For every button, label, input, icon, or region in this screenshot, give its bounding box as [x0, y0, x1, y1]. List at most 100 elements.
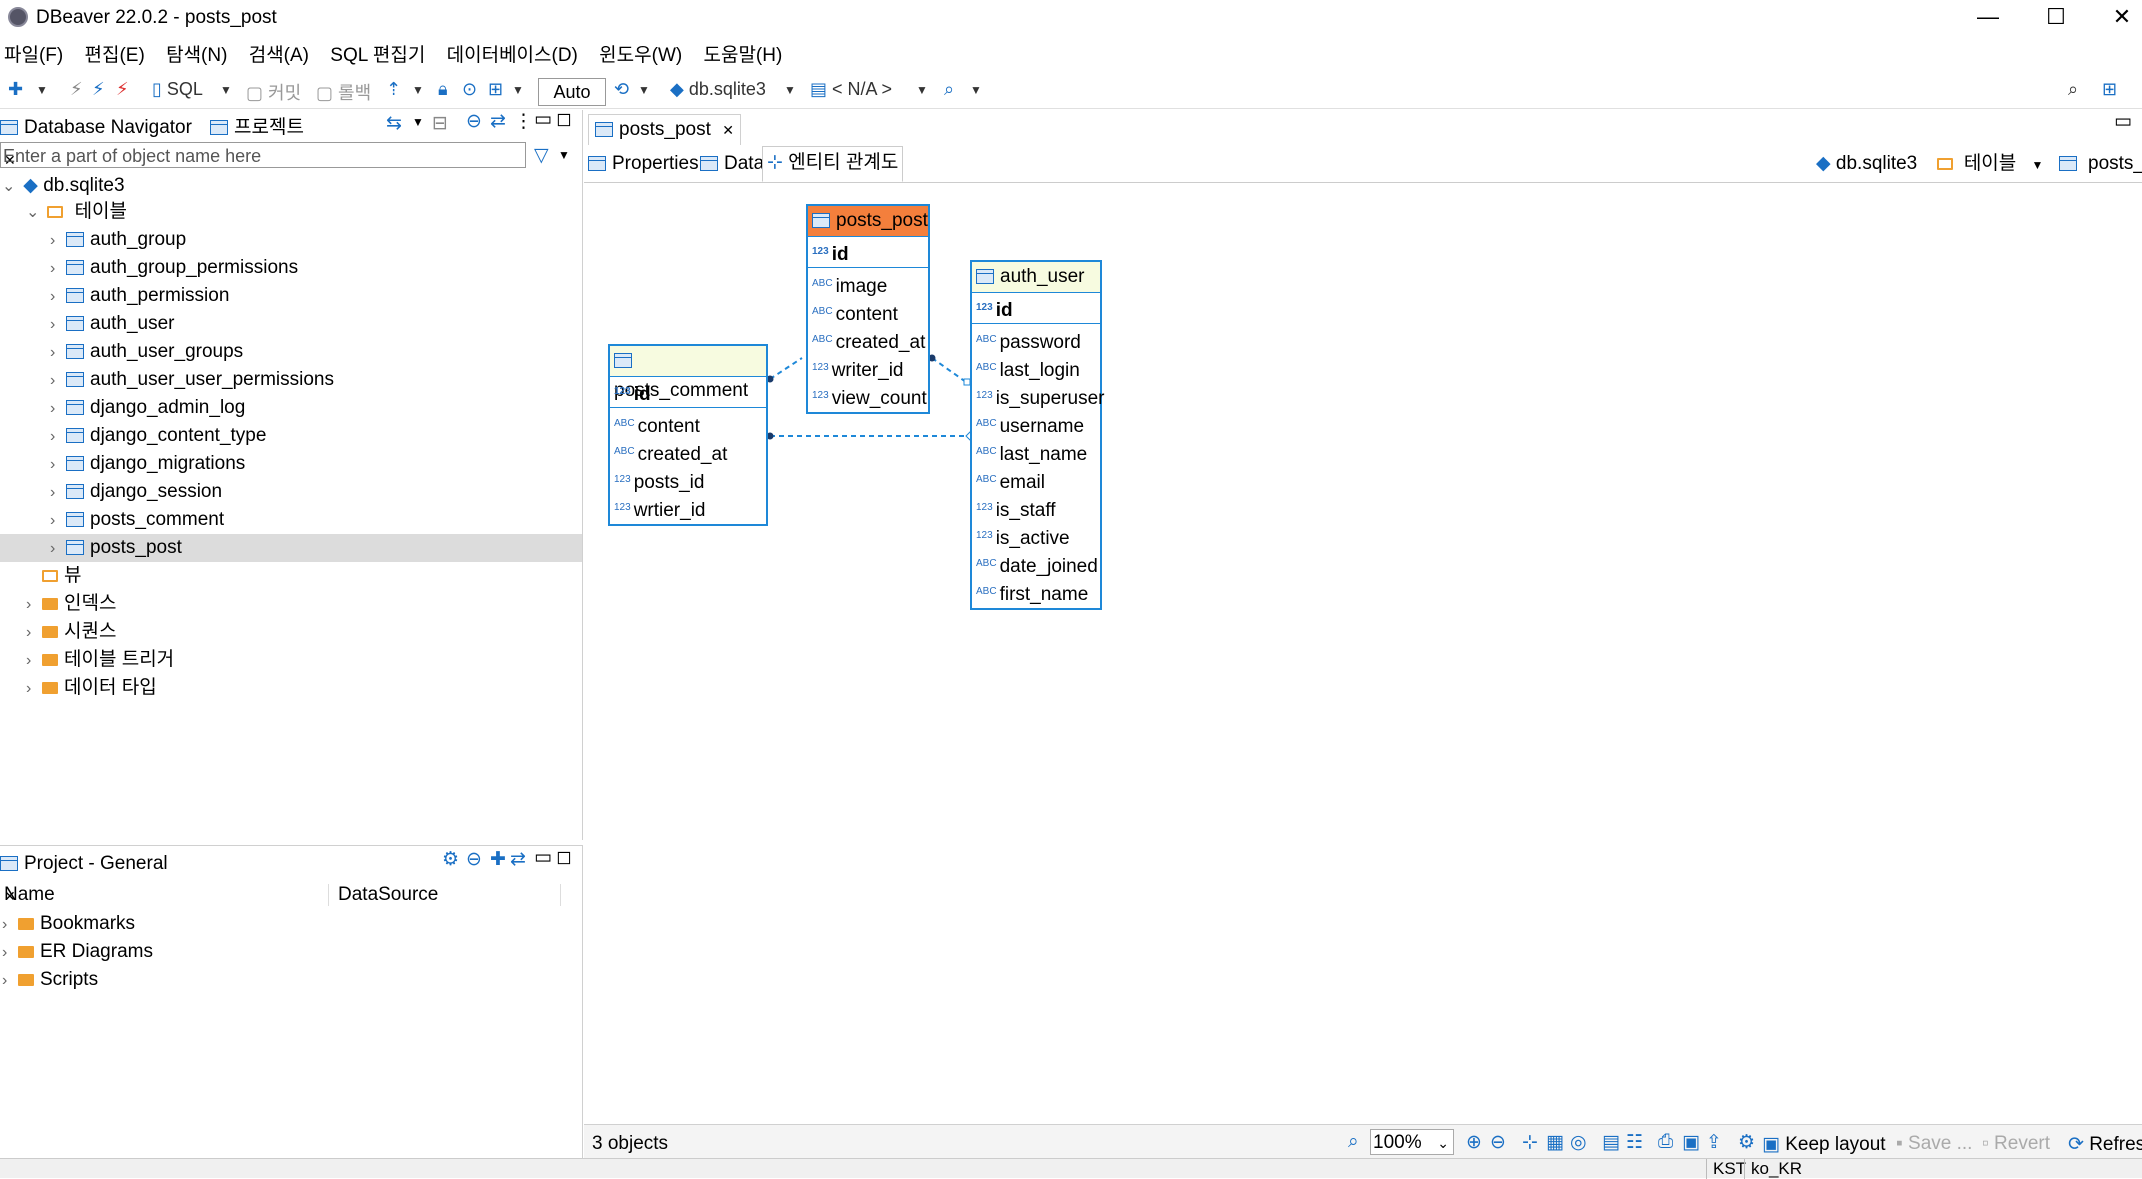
chevron-right-icon[interactable]: ›	[50, 367, 66, 395]
tree-table-item-selected[interactable]: › posts_post	[0, 534, 582, 562]
entity-column[interactable]: ABC content	[610, 410, 766, 438]
entity-posts-post[interactable]: posts_post 123 id ABC image ABC content ABC…	[806, 204, 930, 414]
tree-table-item[interactable]: › auth_user_groups	[50, 338, 243, 366]
entity-column[interactable]: ABC username	[972, 410, 1100, 438]
entity-header[interactable]: auth_user	[972, 262, 1100, 293]
tree-table-item[interactable]: › django_migrations	[50, 450, 245, 478]
tree-folder[interactable]: › 시퀀스	[26, 618, 116, 646]
maximize-view-icon[interactable]: ◻	[556, 108, 572, 131]
tree-table-item[interactable]: › auth_user_user_permissions	[50, 366, 334, 394]
tree-folder[interactable]: › 인덱스	[26, 590, 116, 618]
add-icon[interactable]: ✚	[490, 848, 506, 871]
entity-column[interactable]: 123 is_active	[972, 522, 1100, 550]
tree-table-item[interactable]: › django_session	[50, 478, 222, 506]
column-header-datasource[interactable]: DataSource	[338, 884, 561, 906]
tree-table-item[interactable]: › django_content_type	[50, 422, 266, 450]
tree-views-folder[interactable]: 뷰	[42, 562, 81, 590]
entity-primary-key[interactable]: 123 id	[972, 293, 1100, 324]
print-icon[interactable]: ⎙	[1658, 1131, 1673, 1153]
object-filter-input[interactable]: Enter a part of object name here	[0, 142, 526, 168]
tree-folder[interactable]: › 테이블 트리거	[26, 646, 174, 674]
chevron-right-icon[interactable]: ›	[2, 939, 18, 967]
entity-header[interactable]: posts_comment	[610, 346, 766, 401]
entity-column[interactable]: 123 posts_id	[610, 466, 766, 494]
breadcrumb-datasource[interactable]: db.sqlite3	[1836, 153, 1917, 174]
chevron-right-icon[interactable]: ›	[50, 479, 66, 507]
export-image-icon[interactable]: ▣	[1682, 1131, 1700, 1154]
tab-project-general[interactable]: Project - General ✕	[0, 848, 182, 904]
entity-posts-comment[interactable]: posts_comment 123 id ABC content ABC create…	[608, 344, 768, 526]
dropdown-arrow-icon[interactable]: ▼	[916, 83, 928, 97]
chevron-right-icon[interactable]: ›	[26, 591, 42, 619]
column-header-name[interactable]: Name	[4, 884, 329, 906]
tree-tables-folder[interactable]: ⌄ 테이블	[26, 198, 127, 226]
chevron-right-icon[interactable]: ›	[50, 255, 66, 283]
chevron-right-icon[interactable]: ›	[26, 675, 42, 703]
entity-column[interactable]: ABC date_joined	[972, 550, 1100, 578]
subtab-properties[interactable]: Properties	[588, 150, 699, 178]
minimize-panel-icon[interactable]: ⊖	[466, 110, 482, 133]
dropdown-arrow-icon[interactable]: ▼	[412, 115, 424, 129]
close-icon[interactable]: ✕	[722, 122, 734, 138]
maximize-view-icon[interactable]: ◻	[556, 846, 572, 869]
entity-column[interactable]: ABC content	[808, 298, 928, 326]
sync-icon[interactable]: ⇄	[490, 110, 506, 133]
menu-navigate[interactable]: 탐색(N)	[166, 40, 227, 67]
entity-column[interactable]: ABC email	[972, 466, 1100, 494]
zoom-out-icon[interactable]: ⊖	[1490, 1131, 1506, 1154]
tab-database-navigator[interactable]: Database Navigator ✕	[0, 112, 204, 168]
tree-table-item[interactable]: › auth_group	[50, 226, 186, 254]
subtab-data[interactable]: Data	[700, 150, 764, 178]
tree-table-item[interactable]: › auth_group_permissions	[50, 254, 298, 282]
zoom-search-icon[interactable]: ⌕	[1348, 1131, 1359, 1153]
filter-icon[interactable]: ▽	[534, 144, 549, 167]
chevron-right-icon[interactable]: ›	[50, 451, 66, 479]
perspective-icon[interactable]: ⊞	[2102, 79, 2117, 100]
entity-column[interactable]: ABC last_name	[972, 438, 1100, 466]
chevron-right-icon[interactable]: ›	[50, 311, 66, 339]
entity-column[interactable]: ABC created_at	[610, 438, 766, 466]
history-icon[interactable]: ⟲	[614, 79, 629, 100]
attributes-icon[interactable]: ☷	[1626, 1131, 1643, 1154]
chevron-right-icon[interactable]: ›	[50, 535, 66, 563]
tree-table-item[interactable]: › posts_comment	[50, 506, 224, 534]
entity-column[interactable]: 123 view_count	[808, 382, 928, 410]
upload-icon[interactable]: ⇪	[1706, 1131, 1722, 1154]
chevron-right-icon[interactable]: ›	[50, 395, 66, 423]
settings-icon[interactable]: ⚙	[1738, 1131, 1755, 1154]
active-schema-selector[interactable]: ▤ < N/A >	[810, 79, 892, 100]
connect-icon[interactable]: ⚡	[70, 79, 83, 100]
refresh-button[interactable]: ⟳ Refresh	[2068, 1133, 2142, 1156]
tree-table-item[interactable]: › auth_user	[50, 310, 175, 338]
subtab-er-diagram[interactable]: ⊹ 엔티티 관계도	[762, 146, 904, 182]
close-button[interactable]: ✕	[2092, 0, 2142, 36]
global-search-icon[interactable]: ⌕	[2068, 79, 2078, 100]
dropdown-arrow-icon[interactable]: ▼	[638, 83, 650, 97]
tree-table-item[interactable]: › auth_permission	[50, 282, 229, 310]
rollback-button[interactable]: ▢ 롤백	[316, 79, 371, 105]
menu-edit[interactable]: 편집(E)	[85, 40, 145, 67]
entity-column[interactable]: 123 wrtier_id	[610, 494, 766, 522]
tree-table-item[interactable]: › django_admin_log	[50, 394, 245, 422]
disconnect-icon[interactable]: ⚡	[116, 79, 129, 100]
chevron-right-icon[interactable]: ›	[50, 227, 66, 255]
entity-column[interactable]: 123 is_staff	[972, 494, 1100, 522]
entity-column[interactable]: 123 writer_id	[808, 354, 928, 382]
entity-column[interactable]: ABC created_at	[808, 326, 928, 354]
reconnect-icon[interactable]: ⚡	[92, 79, 105, 100]
settings-icon[interactable]: ⚙	[442, 848, 459, 871]
dropdown-arrow-icon[interactable]: ▼	[784, 83, 796, 97]
chevron-right-icon[interactable]: ›	[50, 507, 66, 535]
menu-file[interactable]: 파일(F)	[4, 40, 63, 67]
chevron-right-icon[interactable]: ›	[26, 647, 42, 675]
dropdown-arrow-icon[interactable]: ▼	[558, 148, 570, 162]
entity-column[interactable]: ABC first_name	[972, 578, 1100, 606]
menu-sql-editor[interactable]: SQL 편집기	[330, 40, 425, 67]
entity-column[interactable]: ABC image	[808, 270, 928, 298]
schema-icon[interactable]: ⊞	[488, 79, 503, 100]
commit-button[interactable]: ▢ 커밋	[246, 79, 301, 105]
er-diagram-canvas[interactable]: posts_post 123 id ABC image ABC content ABC…	[586, 184, 2142, 1124]
maximize-button[interactable]: ☐	[2026, 0, 2086, 36]
breadcrumb-folder[interactable]: 테이블	[1964, 153, 2016, 174]
minimize-view-icon[interactable]: ▭	[534, 846, 552, 869]
